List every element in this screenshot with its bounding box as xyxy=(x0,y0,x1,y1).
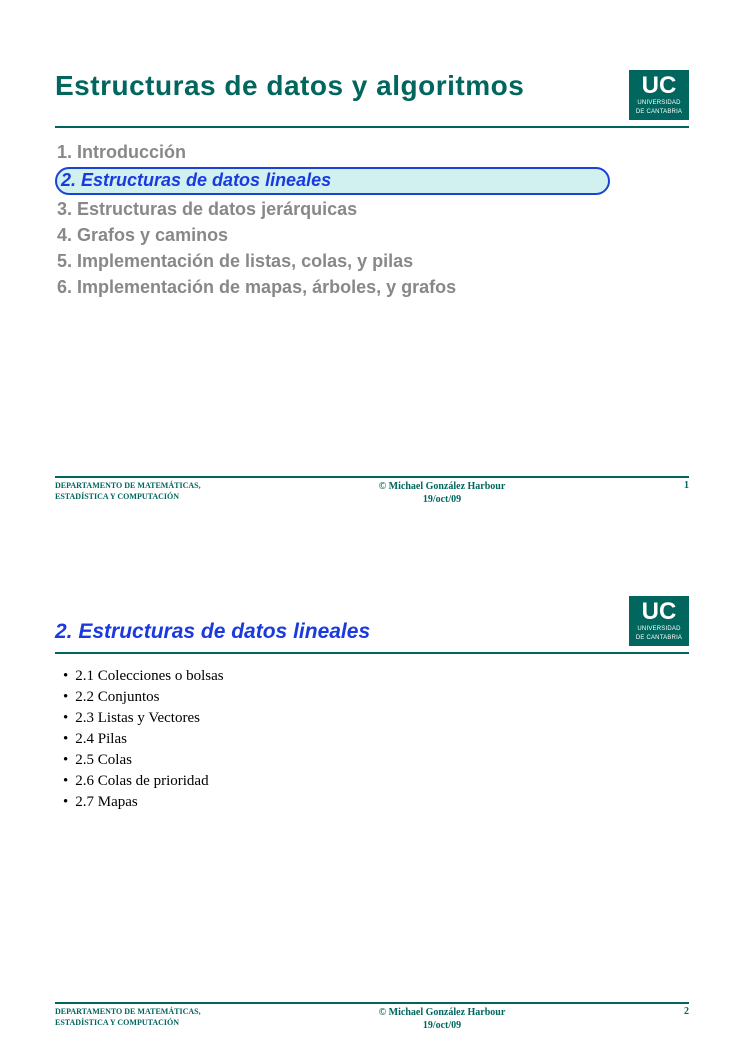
footer-dept-line2: ESTADÍSTICA Y COMPUTACIÓN xyxy=(55,1018,179,1027)
toc-item-4: 4. Grafos y caminos xyxy=(55,223,689,248)
toc-item-2: 2. Estructuras de datos lineales xyxy=(55,167,610,195)
footer-dept-line2: ESTADÍSTICA Y COMPUTACIÓN xyxy=(55,492,179,501)
section-item-3: 2.3 Listas y Vectores xyxy=(63,708,689,729)
footer-page-number: 2 xyxy=(629,1006,689,1032)
footer-author: © Michael González Harbour xyxy=(379,481,506,492)
logo-text-line2: DE CANTABRIA xyxy=(631,635,687,642)
footer-author: © Michael González Harbour xyxy=(379,1007,506,1018)
uc-logo: UC UNIVERSIDAD DE CANTABRIA xyxy=(629,596,689,646)
footer-page-number: 1 xyxy=(629,480,689,506)
slide2-header: 2. Estructuras de datos lineales UC UNIV… xyxy=(55,596,689,654)
slide2-title: 2. Estructuras de datos lineales xyxy=(55,620,629,644)
toc-item-5: 5. Implementación de listas, colas, y pi… xyxy=(55,249,689,274)
footer-author-block: © Michael González Harbour 19/oct/09 xyxy=(255,480,629,506)
toc-item-6: 6. Implementación de mapas, árboles, y g… xyxy=(55,275,689,300)
section-item-7: 2.7 Mapas xyxy=(63,792,689,813)
section-item-5: 2.5 Colas xyxy=(63,750,689,771)
logo-text-big: UC xyxy=(631,600,687,624)
slide2-footer: DEPARTAMENTO DE MATEMÁTICAS, ESTADÍSTICA… xyxy=(55,1002,689,1032)
section-item-4: 2.4 Pilas xyxy=(63,729,689,750)
slide1-footer: DEPARTAMENTO DE MATEMÁTICAS, ESTADÍSTICA… xyxy=(55,476,689,506)
footer-department: DEPARTAMENTO DE MATEMÁTICAS, ESTADÍSTICA… xyxy=(55,480,255,506)
toc-item-1: 1. Introducción xyxy=(55,140,689,165)
uc-logo: UC UNIVERSIDAD DE CANTABRIA xyxy=(629,70,689,120)
section-item-6: 2.6 Colas de prioridad xyxy=(63,771,689,792)
footer-date: 19/oct/09 xyxy=(423,494,461,505)
logo-text-line1: UNIVERSIDAD xyxy=(631,100,687,107)
footer-author-block: © Michael González Harbour 19/oct/09 xyxy=(255,1006,629,1032)
slide1-header: Estructuras de datos y algoritmos UC UNI… xyxy=(55,70,689,128)
table-of-contents: 1. Introducción2. Estructuras de datos l… xyxy=(55,140,689,300)
toc-item-3: 3. Estructuras de datos jerárquicas xyxy=(55,197,689,222)
section-item-2: 2.2 Conjuntos xyxy=(63,687,689,708)
slide-1: Estructuras de datos y algoritmos UC UNI… xyxy=(0,0,744,526)
logo-text-line1: UNIVERSIDAD xyxy=(631,626,687,633)
slide1-title: Estructuras de datos y algoritmos xyxy=(55,70,629,102)
footer-dept-line1: DEPARTAMENTO DE MATEMÁTICAS, xyxy=(55,1007,201,1016)
footer-dept-line1: DEPARTAMENTO DE MATEMÁTICAS, xyxy=(55,481,201,490)
section-list: 2.1 Colecciones o bolsas2.2 Conjuntos2.3… xyxy=(63,666,689,813)
footer-date: 19/oct/09 xyxy=(423,1020,461,1031)
logo-text-line2: DE CANTABRIA xyxy=(631,109,687,116)
logo-text-big: UC xyxy=(631,74,687,98)
section-item-1: 2.1 Colecciones o bolsas xyxy=(63,666,689,687)
slide-2: 2. Estructuras de datos lineales UC UNIV… xyxy=(0,526,744,1052)
footer-department: DEPARTAMENTO DE MATEMÁTICAS, ESTADÍSTICA… xyxy=(55,1006,255,1032)
